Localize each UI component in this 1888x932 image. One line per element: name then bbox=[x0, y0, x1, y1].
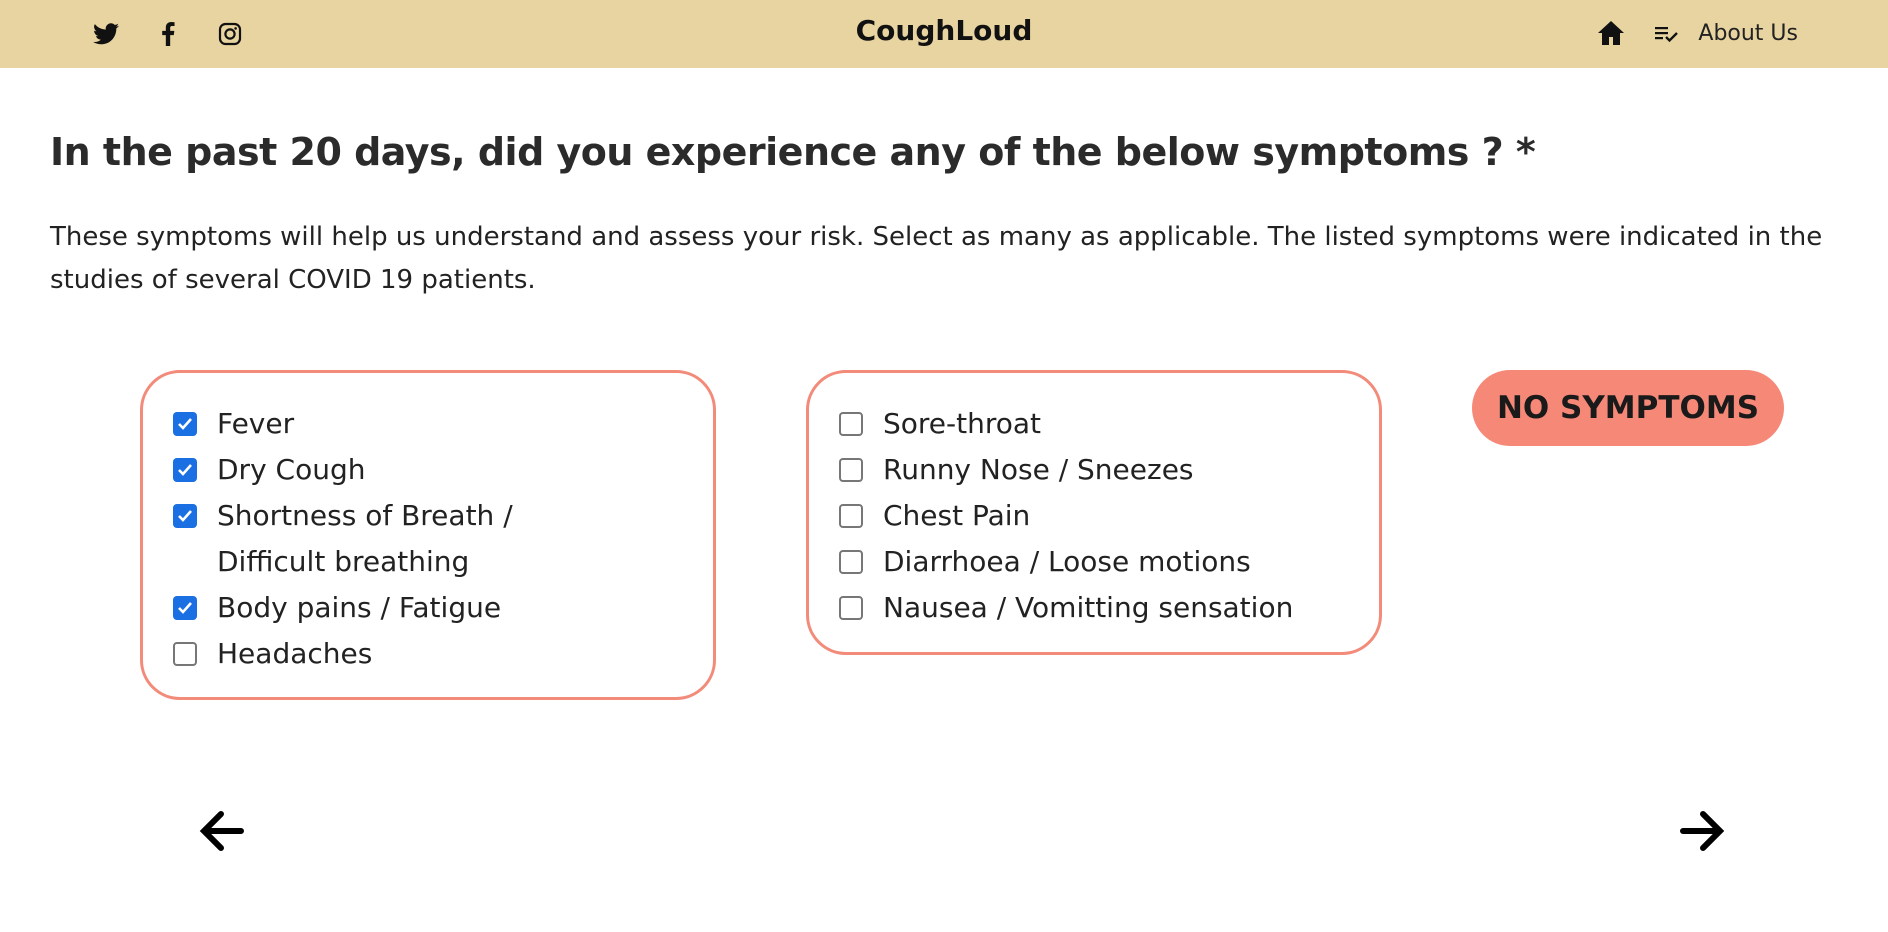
symptom-label: Headaches bbox=[217, 637, 373, 670]
arrow-left-icon[interactable] bbox=[197, 806, 247, 856]
checkbox-unchecked[interactable] bbox=[839, 504, 863, 528]
checkbox-checked[interactable] bbox=[173, 596, 197, 620]
twitter-icon[interactable] bbox=[92, 20, 120, 48]
checkbox-unchecked[interactable] bbox=[173, 642, 197, 666]
symptom-option-sore-throat[interactable]: Sore-throat bbox=[839, 407, 1303, 447]
checkbox-unchecked[interactable] bbox=[839, 412, 863, 436]
checkbox-unchecked[interactable] bbox=[839, 458, 863, 482]
symptom-option-shortness-of-breath[interactable]: Shortness of Breath / Difficult breathin… bbox=[173, 499, 557, 585]
symptom-option-chest-pain[interactable]: Chest Pain bbox=[839, 499, 1303, 539]
instagram-icon[interactable] bbox=[216, 20, 244, 48]
list-check-icon[interactable] bbox=[1652, 18, 1682, 48]
symptom-label: Diarrhoea / Loose motions bbox=[883, 545, 1251, 578]
symptom-label: Fever bbox=[217, 407, 295, 440]
top-navbar: CoughLoud About Us bbox=[0, 0, 1888, 68]
symptom-label: Body pains / Fatigue bbox=[217, 591, 502, 624]
symptom-label: Dry Cough bbox=[217, 453, 366, 486]
checkbox-checked[interactable] bbox=[173, 504, 197, 528]
checkbox-checked[interactable] bbox=[173, 458, 197, 482]
question-title: In the past 20 days, did you experience … bbox=[50, 130, 1536, 174]
symptom-label: Chest Pain bbox=[883, 499, 1031, 532]
checkbox-checked[interactable] bbox=[173, 412, 197, 436]
checkbox-unchecked[interactable] bbox=[839, 550, 863, 574]
symptom-label: Runny Nose / Sneezes bbox=[883, 453, 1194, 486]
symptom-option-headaches[interactable]: Headaches bbox=[173, 637, 557, 677]
symptom-label: Nausea / Vomitting sensation bbox=[883, 591, 1294, 624]
symptom-option-diarrhoea[interactable]: Diarrhoea / Loose motions bbox=[839, 545, 1303, 585]
symptoms-group-right: Sore-throat Runny Nose / Sneezes Chest P… bbox=[806, 370, 1382, 655]
about-us-link[interactable]: About Us bbox=[1698, 21, 1798, 46]
brand-title[interactable]: CoughLoud bbox=[856, 14, 1033, 47]
symptom-option-body-pains[interactable]: Body pains / Fatigue bbox=[173, 591, 557, 631]
right-nav: About Us bbox=[1596, 18, 1798, 48]
symptom-option-runny-nose[interactable]: Runny Nose / Sneezes bbox=[839, 453, 1303, 493]
arrow-right-icon[interactable] bbox=[1677, 806, 1727, 856]
symptom-option-dry-cough[interactable]: Dry Cough bbox=[173, 453, 557, 493]
symptom-option-nausea[interactable]: Nausea / Vomitting sensation bbox=[839, 591, 1323, 631]
checkbox-unchecked[interactable] bbox=[839, 596, 863, 620]
symptom-label: Sore-throat bbox=[883, 407, 1042, 440]
social-links bbox=[92, 20, 244, 48]
symptom-option-fever[interactable]: Fever bbox=[173, 407, 557, 447]
question-description: These symptoms will help us understand a… bbox=[50, 222, 1823, 295]
symptom-label: Shortness of Breath / Difficult breathin… bbox=[217, 499, 513, 578]
symptoms-group-left: Fever Dry Cough Shortness of Breath / Di… bbox=[140, 370, 716, 700]
home-icon[interactable] bbox=[1596, 18, 1626, 48]
facebook-icon[interactable] bbox=[154, 20, 182, 48]
no-symptoms-button[interactable]: NO SYMPTOMS bbox=[1472, 370, 1784, 446]
